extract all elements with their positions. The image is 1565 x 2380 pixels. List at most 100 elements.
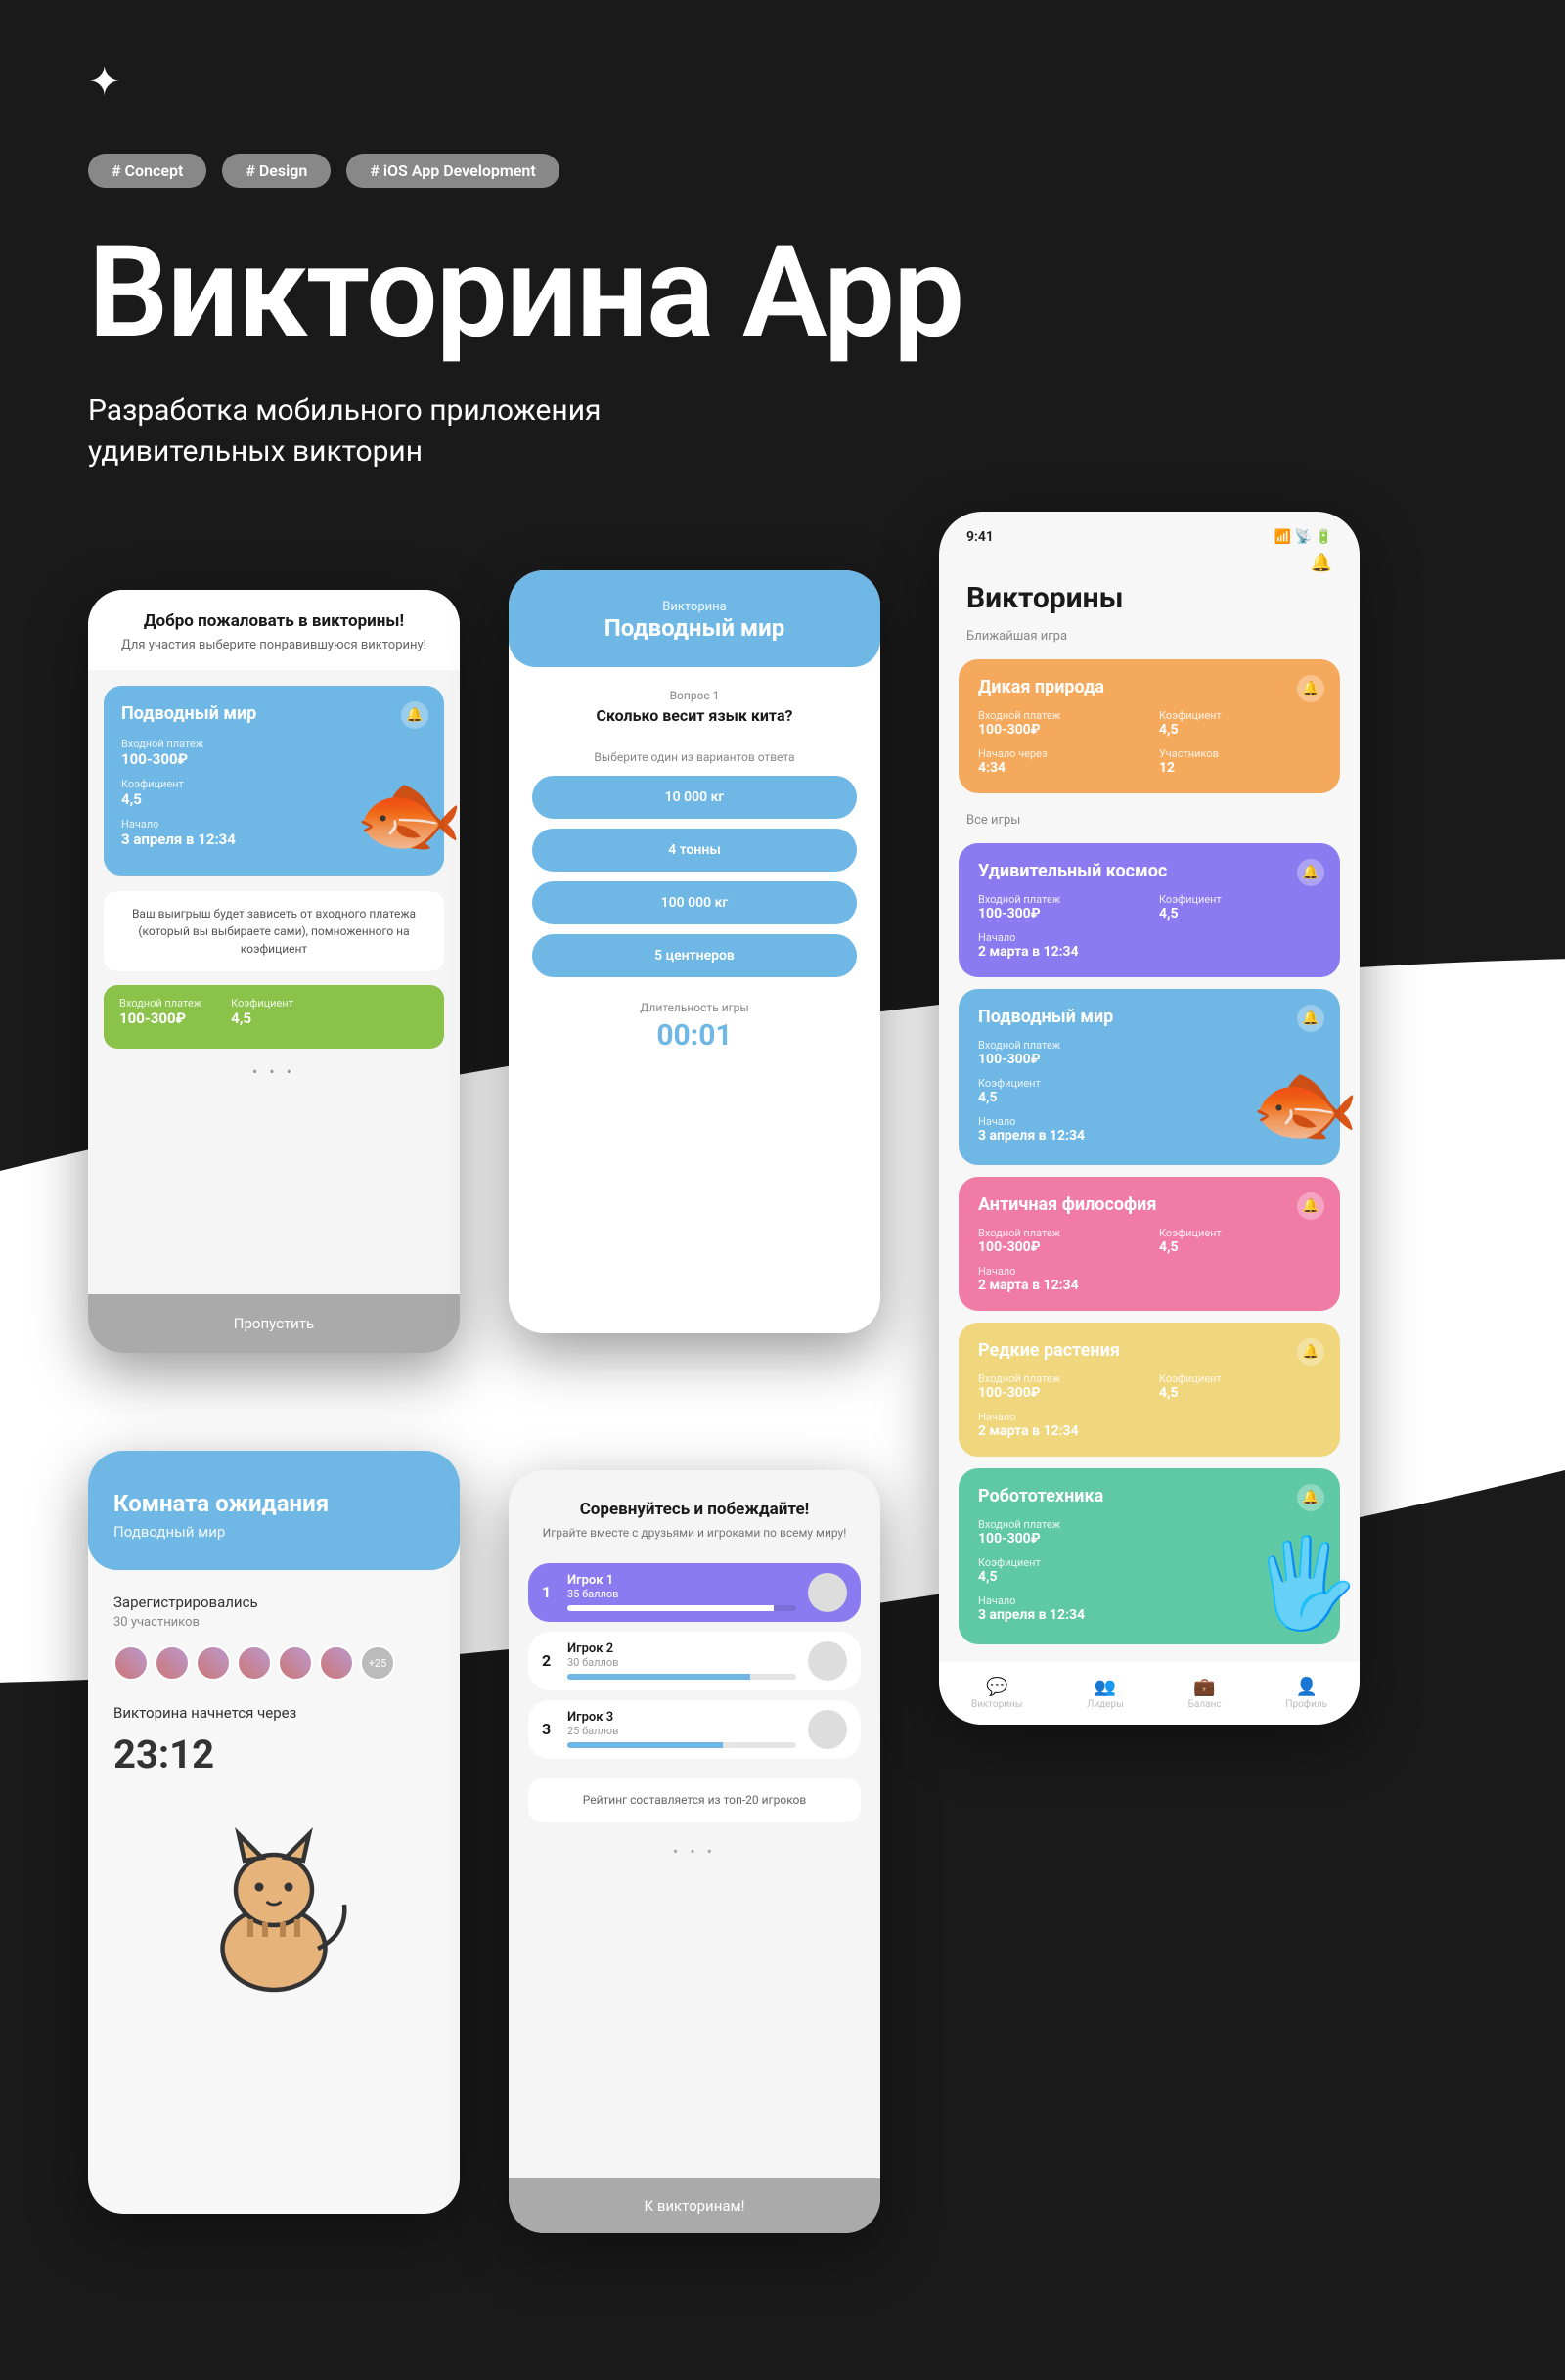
bell-icon[interactable]: 🔔 [1297,1005,1324,1032]
card-title: Редкие растения [978,1340,1320,1361]
avatar-more-badge: +25 [360,1645,395,1681]
player-score: 35 баллов [567,1588,796,1600]
quiz-title: Подводный мир [524,614,865,642]
tab-balance[interactable]: 💼 Баланс [1188,1677,1222,1710]
registered-count: 30 участников [113,1615,434,1630]
section-all-games: Все игры [939,805,1360,831]
tab-leaders[interactable]: 👥 Лидеры [1087,1677,1124,1710]
tab-label: Профиль [1285,1699,1327,1710]
card-title: Дикая природа [978,677,1320,697]
bell-icon[interactable]: 🔔 [1297,1338,1324,1366]
leaderboard-note: Рейтинг составляется из топ-20 игроков [528,1778,861,1822]
coef-label: Коэфициент [231,997,293,1010]
avatar [808,1710,847,1749]
balance-icon: 💼 [1193,1677,1215,1697]
quiz-card[interactable]: 🔔 Робототехника Входной платеж100-300₽ К… [959,1468,1340,1644]
answer-option-2[interactable]: 4 тонны [532,829,857,872]
avatar [196,1645,231,1681]
avatar [113,1645,149,1681]
page-title: Викторина App [88,217,1477,367]
leaderboard-row[interactable]: 1 Игрок 1 35 баллов [528,1563,861,1622]
quiz-card-underwater[interactable]: 🔔 Подводный мир Входной платеж 100-300₽ … [104,686,444,876]
leaderboard-row[interactable]: 2 Игрок 2 30 баллов [528,1632,861,1690]
fish-illustration: 🐟 [1250,1053,1360,1155]
quiz-card[interactable]: 🔔 Античная философия Входной платеж100-3… [959,1177,1340,1311]
profile-icon: 👤 [1296,1677,1318,1697]
coef-value: 4,5 [1159,722,1320,738]
screen-question: Викторина Подводный мир Вопрос 1 Сколько… [509,570,880,1333]
card-title: Робототехника [978,1486,1320,1506]
game-timer: 00:01 [509,1018,880,1053]
payout-hint: Ваш выигрыш будет зависеть от входного п… [104,891,444,971]
answer-option-1[interactable]: 10 000 кг [532,776,857,819]
page-dots: • • • [88,1062,460,1081]
page-dots: • • • [509,1842,880,1861]
coef-value: 4,5 [231,1010,293,1027]
bell-icon[interactable]: 🔔 [1297,859,1324,886]
welcome-title: Добро пожаловать в викторины! [106,611,442,631]
rank-number: 3 [542,1720,556,1738]
players-label: Участников [1159,747,1320,760]
tab-quizzes[interactable]: 💬Викторины [971,1677,1023,1710]
quiz-card[interactable]: 🔔 Удивительный космос Входной платеж100-… [959,843,1340,977]
coef-label: Коэфициент [1159,709,1320,722]
registered-label: Зарегистрировались [113,1594,434,1611]
player-name: Игрок 1 [567,1573,796,1588]
starts-in-label: Начало через [978,747,1140,760]
tab-bar: 💬Викторины 👥 Лидеры 💼 Баланс 👤 Профиль [939,1662,1360,1725]
bell-icon[interactable]: 🔔 [401,701,428,729]
answer-hint: Выберите один из вариантов ответа [509,750,880,764]
answer-option-3[interactable]: 100 000 кг [532,881,857,924]
section-next-game: Ближайшая игра [939,621,1360,648]
participant-avatars: +25 [113,1645,434,1681]
screen-quiz-list: 9:41 📶 📡 🔋 🔔 Викторины Ближайшая игра 🔔 … [939,512,1360,1725]
quiz-card[interactable]: 🔔 Подводный мир Входной платеж100-300₽ К… [959,989,1340,1165]
quiz-card-secondary[interactable]: Входной платеж 100-300₽ Коэфициент 4,5 [104,985,444,1049]
tab-label: Лидеры [1087,1699,1124,1710]
avatar [237,1645,272,1681]
logo-icon: ✦ [88,59,1477,105]
fee-label: Входной платеж [978,709,1140,722]
status-time: 9:41 [966,529,994,545]
quizzes-icon: 💬 [986,1677,1007,1697]
card-title: Удивительный космос [978,861,1320,881]
waiting-subtitle: Подводный мир [113,1523,434,1541]
answer-option-4[interactable]: 5 центнеров [532,934,857,977]
player-score: 30 баллов [567,1656,796,1669]
tag-design: # Design [222,154,331,188]
quiz-card-title: Подводный мир [121,703,426,724]
starts-in-value: 4:34 [978,760,1140,776]
leaderboard-row[interactable]: 3 Игрок 3 25 баллов [528,1700,861,1759]
bell-icon[interactable]: 🔔 [1297,1192,1324,1220]
avatar [808,1641,847,1681]
skip-button[interactable]: Пропустить [88,1294,460,1353]
tab-label: Баланс [1188,1699,1222,1710]
notifications-icon[interactable]: 🔔 [939,551,1360,575]
cat-illustration [186,1817,362,1997]
fee-label: Входной платеж [119,997,201,1010]
fish-illustration: 🐟 [354,763,460,866]
to-quizzes-button[interactable]: К викторинам! [509,2178,880,2233]
status-icons: 📶 📡 🔋 [1274,529,1332,545]
tag-row: # Concept # Design # iOS App Development [88,154,1477,188]
bell-icon[interactable]: 🔔 [1297,1484,1324,1511]
tab-profile[interactable]: 👤 Профиль [1285,1677,1327,1710]
leaderboard-subtitle: Играйте вместе с друзьями и игроками по … [528,1525,861,1542]
countdown-value: 23:12 [113,1731,434,1777]
hand-illustration: 🖐️ [1250,1532,1360,1635]
avatar [808,1573,847,1612]
avatar [155,1645,190,1681]
quiz-card[interactable]: 🔔 Редкие растения Входной платеж100-300₽… [959,1323,1340,1457]
waiting-title: Комната ожидания [113,1490,434,1517]
rank-number: 2 [542,1651,556,1670]
welcome-subtitle: Для участия выберите понравившуюся викто… [106,637,442,654]
tag-ios: # iOS App Development [346,154,559,188]
quiz-card-wildlife[interactable]: 🔔 Дикая природа Входной платеж100-300₽ К… [959,659,1340,793]
player-score: 25 баллов [567,1725,796,1737]
avatar [278,1645,313,1681]
bell-icon[interactable]: 🔔 [1297,675,1324,702]
leaders-icon: 👥 [1095,1677,1116,1697]
screen-leaderboard: Соревнуйтесь и побеждайте! Играйте вмест… [509,1470,880,2233]
page-subtitle: Разработка мобильного приложения удивите… [88,390,773,472]
countdown-label: Викторина начнется через [113,1704,434,1722]
